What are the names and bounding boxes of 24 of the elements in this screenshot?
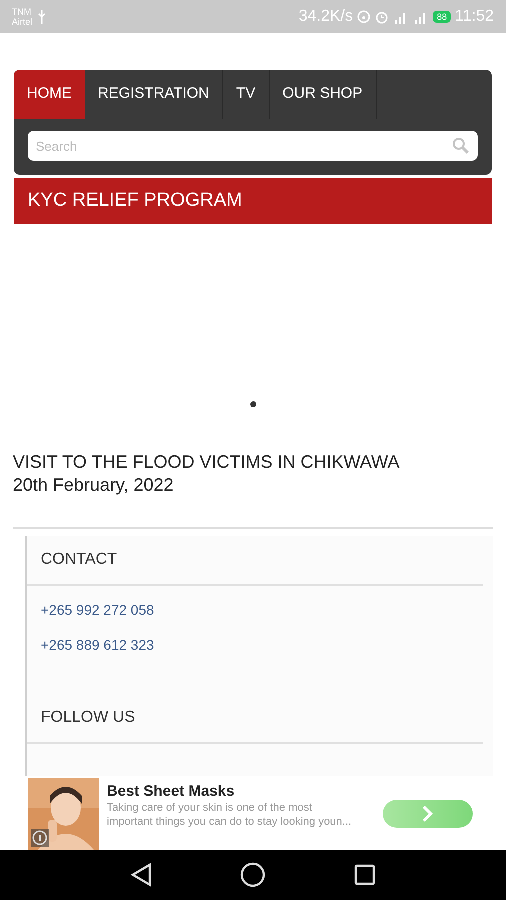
- usb-icon: [36, 10, 47, 24]
- back-icon[interactable]: [130, 863, 152, 887]
- hotspot-icon: [357, 10, 372, 24]
- search-field[interactable]: Search: [28, 131, 478, 161]
- loading-icon: [250, 401, 256, 408]
- alarm-icon: [375, 10, 390, 24]
- info-icon[interactable]: [31, 829, 49, 847]
- ad-title: Best Sheet Masks: [107, 783, 236, 801]
- nav-tab[interactable]: REGISTRATION: [85, 70, 224, 119]
- phone-link[interactable]: +265 992 272 058: [41, 600, 154, 621]
- nav-tab[interactable]: TV: [223, 70, 270, 119]
- battery-icon: 88: [433, 10, 452, 22]
- post-date: 20th February, 2022: [13, 474, 175, 497]
- section-heading: CONTACT: [27, 536, 483, 586]
- nav-tab[interactable]: HOME: [14, 70, 85, 119]
- section-heading: FOLLOW US: [27, 656, 483, 744]
- nav-tab[interactable]: OUR SHOP: [270, 70, 377, 119]
- home-icon[interactable]: [240, 862, 266, 888]
- phone-link[interactable]: +265 889 612 323: [41, 635, 154, 656]
- post-title: VISIT TO THE FLOOD VICTIMS IN CHIKWAWA: [13, 451, 401, 474]
- chevron-right-icon: [422, 805, 434, 823]
- ad-description: Taking care of your skin is one of the most important things you can do to stay looking youn...: [107, 801, 352, 829]
- page-banner: KYC RELIEF PROGRAM: [14, 178, 492, 224]
- recents-icon[interactable]: [354, 864, 376, 886]
